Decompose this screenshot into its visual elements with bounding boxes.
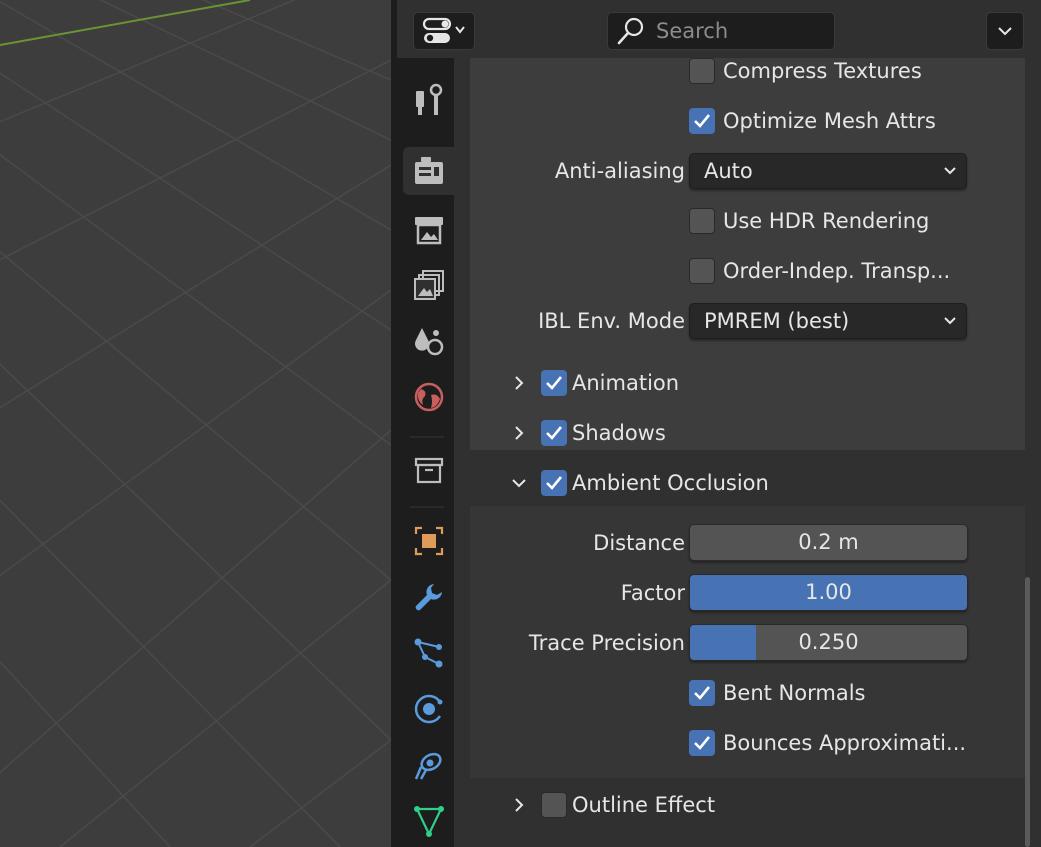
outline-effect-label: Outline Effect [572, 793, 716, 817]
checkmark-icon [694, 114, 711, 128]
render-tab[interactable] [403, 147, 454, 195]
output-tab[interactable] [403, 205, 454, 253]
checkmark-icon [546, 426, 563, 440]
shadows-label: Shadows [572, 421, 666, 445]
ambient-occlusion-subpanel-header[interactable]: Ambient Occlusion [510, 466, 810, 500]
checkmark-icon [694, 686, 711, 700]
object-icon [414, 526, 443, 556]
checkmark-icon [546, 376, 563, 390]
view-layer-icon [413, 270, 444, 300]
particles-icon [414, 638, 442, 668]
use-hdr-rendering-checkbox[interactable] [689, 208, 715, 234]
anti-aliasing-dropdown[interactable]: Auto [689, 153, 967, 189]
chevron-down-icon [455, 26, 465, 34]
ambient-occlusion-checkbox[interactable] [541, 470, 567, 496]
checkmark-icon [694, 736, 711, 750]
order-indep-transp-checkbox[interactable] [689, 258, 715, 284]
use-hdr-rendering-label: Use HDR Rendering [723, 209, 930, 233]
search-icon [617, 17, 644, 45]
bounces-approximation-label: Bounces Approximati... [723, 731, 967, 755]
trace-precision-label: Trace Precision [528, 631, 685, 655]
viewport-grid [0, 0, 391, 847]
tool-icon [415, 83, 442, 115]
tab-separator [410, 436, 444, 438]
optimize-mesh-attrs-label: Optimize Mesh Attrs [723, 109, 936, 133]
checkmark-icon [546, 476, 563, 490]
tab-separator [410, 506, 444, 508]
chevron-down-icon [512, 479, 526, 488]
chevron-down-icon [998, 27, 1012, 36]
trace-precision-value: 0.250 [798, 630, 859, 654]
wrench-icon [415, 584, 442, 611]
outline-effect-subpanel-header[interactable]: Outline Effect [510, 788, 810, 822]
search-field[interactable] [607, 12, 835, 50]
particles-tab[interactable] [403, 629, 454, 677]
distance-label: Distance [593, 531, 685, 555]
animation-subpanel-header[interactable]: Animation [510, 366, 810, 400]
ambient-occlusion-label: Ambient Occlusion [572, 471, 769, 495]
shadows-subpanel-header[interactable]: Shadows [510, 416, 810, 450]
properties-header [397, 0, 1041, 58]
world-tab[interactable] [403, 373, 454, 421]
compress-textures-label: Compress Textures [723, 59, 922, 83]
bent-normals-checkbox[interactable] [689, 680, 715, 706]
chevron-down-icon [944, 317, 956, 325]
physics-tab[interactable] [403, 685, 454, 733]
search-input[interactable] [656, 19, 826, 43]
object-tab[interactable] [403, 517, 454, 565]
constraints-tab[interactable] [403, 741, 454, 789]
scene-tab[interactable] [403, 317, 454, 365]
distance-value: 0.2 m [798, 530, 859, 554]
chevron-right-icon [515, 798, 524, 812]
outline-effect-checkbox[interactable] [541, 792, 567, 818]
order-indep-transp-label: Order-Indep. Transp... [723, 259, 951, 283]
render-icon [414, 157, 443, 184]
factor-slider[interactable]: 1.00 [689, 574, 968, 611]
properties-tabs [397, 58, 454, 847]
data-tab[interactable] [403, 797, 454, 845]
mesh-data-icon [413, 806, 444, 837]
ibl-env-mode-dropdown[interactable]: PMREM (best) [689, 303, 967, 339]
modifiers-tab[interactable] [403, 573, 454, 621]
animation-label: Animation [572, 371, 680, 395]
shadows-checkbox[interactable] [541, 420, 567, 446]
scene-icon [414, 328, 443, 356]
properties-scrollbar[interactable] [1025, 577, 1030, 847]
view-layer-tab[interactable] [403, 261, 454, 309]
animation-checkbox[interactable] [541, 370, 567, 396]
properties-editor-icon [422, 17, 465, 43]
output-icon [414, 217, 443, 245]
chevron-right-icon [515, 426, 524, 440]
collection-tab[interactable] [403, 446, 454, 494]
compress-textures-checkbox[interactable] [689, 58, 715, 84]
factor-label: Factor [620, 581, 685, 605]
physics-icon [414, 694, 442, 724]
collection-icon [414, 457, 443, 484]
3d-viewport[interactable] [0, 0, 391, 847]
editor-type-button[interactable] [413, 12, 475, 50]
constraints-icon [414, 752, 442, 780]
world-icon [414, 382, 443, 412]
optimize-mesh-attrs-checkbox[interactable] [689, 108, 715, 134]
distance-field[interactable]: 0.2 m [689, 524, 968, 561]
factor-value: 1.00 [805, 580, 852, 604]
tool-tab[interactable] [403, 76, 454, 124]
chevron-down-icon [944, 167, 956, 175]
bent-normals-label: Bent Normals [723, 681, 866, 705]
anti-aliasing-label: Anti-aliasing [554, 159, 685, 183]
chevron-right-icon [515, 376, 524, 390]
render-properties-content: Compress Textures Optimize Mesh Attrs An… [454, 58, 1041, 847]
properties-editor: Compress Textures Optimize Mesh Attrs An… [397, 0, 1041, 847]
options-dropdown-button[interactable] [986, 12, 1024, 50]
anti-aliasing-value: Auto [704, 159, 753, 183]
bounces-approximation-checkbox[interactable] [689, 730, 715, 756]
ibl-env-mode-value: PMREM (best) [704, 309, 850, 333]
ibl-env-mode-label: IBL Env. Mode [538, 309, 685, 333]
trace-precision-slider[interactable]: 0.250 [689, 624, 968, 661]
